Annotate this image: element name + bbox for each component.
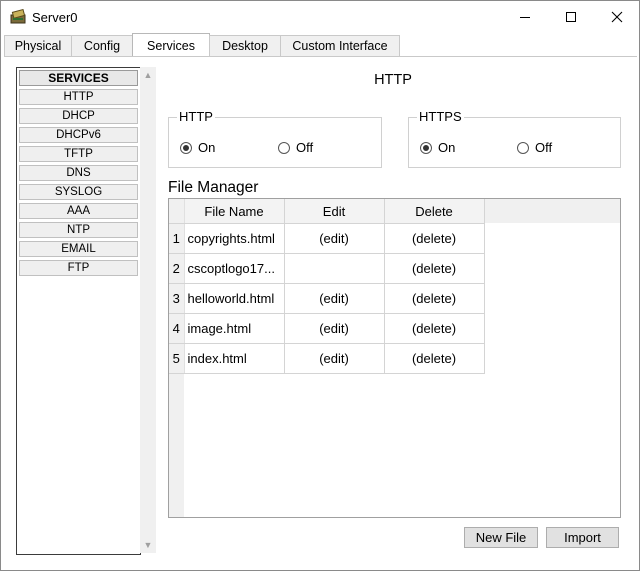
close-button[interactable] bbox=[594, 1, 640, 33]
minimize-icon bbox=[520, 17, 530, 18]
tab-physical[interactable]: Physical bbox=[4, 35, 72, 56]
row-index: 2 bbox=[169, 253, 185, 284]
https-off-radio[interactable]: Off bbox=[517, 140, 552, 155]
maximize-icon bbox=[566, 12, 576, 22]
tab-services[interactable]: Services bbox=[132, 33, 210, 57]
http-group: HTTP On Off bbox=[168, 109, 382, 168]
http-group-label: HTTP bbox=[177, 109, 215, 124]
close-icon bbox=[611, 11, 623, 23]
services-scrollbar[interactable]: ▲ ▼ bbox=[140, 67, 156, 553]
file-table: File Name Edit Delete 1 copyrights.html … bbox=[169, 199, 485, 374]
http-on-label: On bbox=[198, 140, 216, 155]
table-header-row: File Name Edit Delete bbox=[169, 199, 485, 224]
sidebar-item-dns[interactable]: DNS bbox=[19, 165, 138, 181]
sidebar-item-ftp[interactable]: FTP bbox=[19, 260, 138, 276]
file-manager-table: File Name Edit Delete 1 copyrights.html … bbox=[168, 198, 621, 518]
file-name-cell[interactable]: cscoptlogo17... bbox=[184, 253, 285, 284]
server-app-icon bbox=[10, 9, 26, 24]
tab-desktop[interactable]: Desktop bbox=[209, 35, 281, 56]
radio-unselected-icon bbox=[517, 141, 529, 154]
https-on-label: On bbox=[438, 140, 456, 155]
table-row[interactable]: 3 helloworld.html (edit) (delete) bbox=[169, 283, 485, 314]
table-row[interactable]: 4 image.html (edit) (delete) bbox=[169, 313, 485, 344]
maximize-button[interactable] bbox=[548, 1, 594, 33]
page-title: HTTP bbox=[374, 72, 412, 88]
file-name-cell[interactable]: image.html bbox=[184, 313, 285, 344]
edit-link bbox=[284, 253, 385, 284]
https-group: HTTPS On Off bbox=[408, 109, 621, 168]
edit-link[interactable]: (edit) bbox=[284, 223, 385, 254]
edit-link[interactable]: (edit) bbox=[284, 283, 385, 314]
edit-link[interactable]: (edit) bbox=[284, 343, 385, 374]
scroll-down-icon[interactable]: ▼ bbox=[140, 537, 156, 553]
file-name-cell[interactable]: helloworld.html bbox=[184, 283, 285, 314]
sidebar-item-tftp[interactable]: TFTP bbox=[19, 146, 138, 162]
sidebar-item-http[interactable]: HTTP bbox=[19, 89, 138, 105]
services-header: SERVICES bbox=[19, 70, 138, 86]
delete-link[interactable]: (delete) bbox=[384, 253, 485, 284]
sidebar-item-aaa[interactable]: AAA bbox=[19, 203, 138, 219]
delete-link[interactable]: (delete) bbox=[384, 313, 485, 344]
file-manager-title: File Manager bbox=[168, 179, 259, 196]
tab-config[interactable]: Config bbox=[71, 35, 133, 56]
http-on-radio[interactable]: On bbox=[180, 140, 215, 155]
edit-link[interactable]: (edit) bbox=[284, 313, 385, 344]
sidebar-item-email[interactable]: EMAIL bbox=[19, 241, 138, 257]
delete-link[interactable]: (delete) bbox=[384, 283, 485, 314]
sidebar-item-ntp[interactable]: NTP bbox=[19, 222, 138, 238]
http-off-label: Off bbox=[296, 140, 314, 155]
table-row[interactable]: 5 index.html (edit) (delete) bbox=[169, 343, 485, 374]
tab-divider bbox=[4, 56, 637, 57]
title-bar: Server0 bbox=[1, 1, 639, 33]
column-header-file-name[interactable]: File Name bbox=[184, 199, 285, 224]
file-name-cell[interactable]: index.html bbox=[184, 343, 285, 374]
row-index: 1 bbox=[169, 223, 185, 254]
window-title: Server0 bbox=[32, 10, 78, 25]
https-group-label: HTTPS bbox=[417, 109, 464, 124]
sidebar-item-dhcp[interactable]: DHCP bbox=[19, 108, 138, 124]
delete-link[interactable]: (delete) bbox=[384, 343, 485, 374]
row-index: 4 bbox=[169, 313, 185, 344]
services-list: SERVICES HTTP DHCP DHCPv6 TFTP DNS SYSLO… bbox=[16, 67, 141, 555]
table-row[interactable]: 2 cscoptlogo17... (delete) bbox=[169, 253, 485, 284]
https-on-radio[interactable]: On bbox=[420, 140, 455, 155]
tab-custom-interface[interactable]: Custom Interface bbox=[280, 35, 400, 56]
column-header-edit[interactable]: Edit bbox=[284, 199, 385, 224]
new-file-button[interactable]: New File bbox=[464, 527, 538, 548]
radio-selected-icon bbox=[180, 141, 192, 154]
server-window: Server0 Physical Config Services Desktop… bbox=[0, 0, 640, 571]
file-name-cell[interactable]: copyrights.html bbox=[184, 223, 285, 254]
minimize-button[interactable] bbox=[502, 1, 548, 33]
column-header-delete[interactable]: Delete bbox=[384, 199, 485, 224]
sidebar-item-syslog[interactable]: SYSLOG bbox=[19, 184, 138, 200]
scroll-up-icon[interactable]: ▲ bbox=[140, 67, 156, 83]
row-index: 3 bbox=[169, 283, 185, 314]
radio-selected-icon bbox=[420, 141, 432, 154]
corner-cell bbox=[169, 199, 185, 224]
delete-link[interactable]: (delete) bbox=[384, 223, 485, 254]
http-off-radio[interactable]: Off bbox=[278, 140, 313, 155]
table-row[interactable]: 1 copyrights.html (edit) (delete) bbox=[169, 223, 485, 254]
sidebar-item-dhcpv6[interactable]: DHCPv6 bbox=[19, 127, 138, 143]
row-index: 5 bbox=[169, 343, 185, 374]
radio-unselected-icon bbox=[278, 141, 290, 154]
https-off-label: Off bbox=[535, 140, 553, 155]
import-button[interactable]: Import bbox=[546, 527, 619, 548]
